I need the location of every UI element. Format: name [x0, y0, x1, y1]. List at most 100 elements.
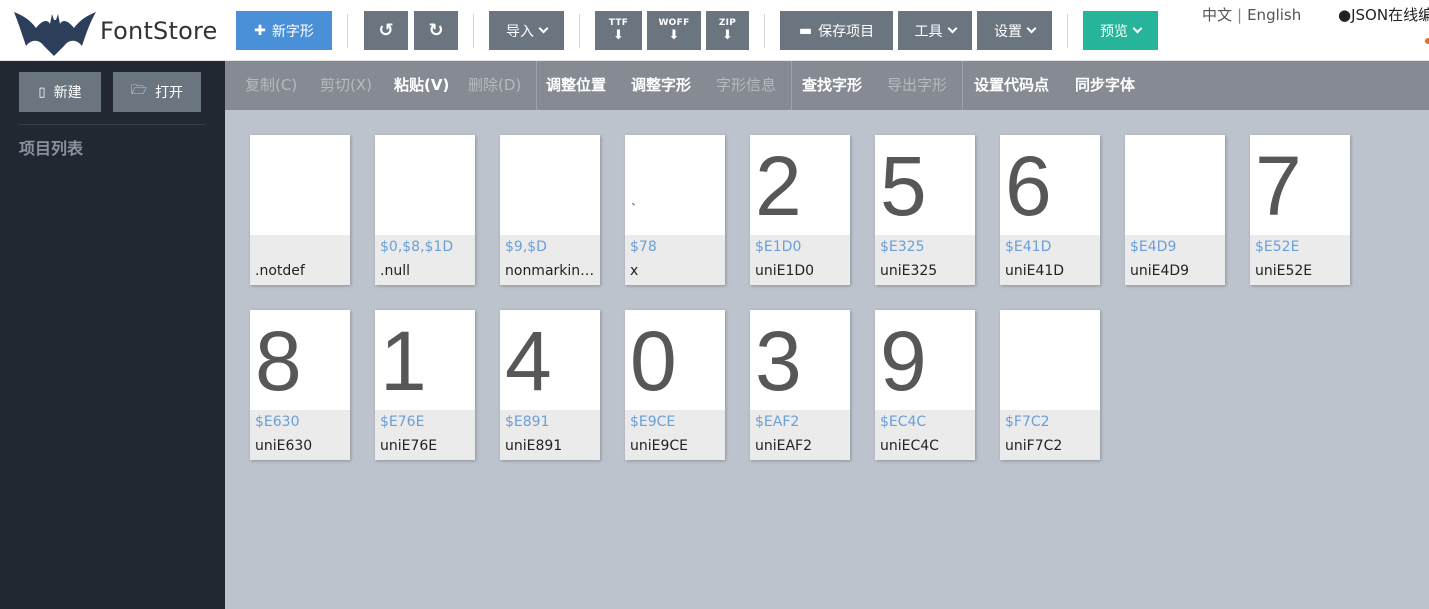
sync-font-button[interactable]: 同步字体 [1075, 61, 1135, 110]
lang-zh-link[interactable]: 中文 [1202, 6, 1232, 24]
glyph-preview [250, 135, 350, 235]
glyph-name: uniEC4C [880, 438, 939, 454]
glyph-char: 6 [1005, 139, 1052, 233]
glyph-char: 0 [630, 314, 677, 408]
glyph-char: 4 [505, 314, 552, 408]
glyph-codepoint: $E630 [255, 414, 300, 430]
glyph-preview [500, 135, 600, 235]
glyph-card[interactable]: 4 $E891 uniE891 [500, 310, 600, 460]
toolbar-divider [347, 14, 348, 48]
copy-button[interactable]: 复制(C) [245, 61, 297, 110]
glyph-preview: 5 [875, 135, 975, 235]
file-icon: ▯ [38, 84, 46, 100]
glyph-codepoint: $E1D0 [755, 239, 802, 255]
chevron-down-icon [1026, 23, 1037, 34]
save-project-label: 保存项目 [818, 23, 875, 40]
find-glyph-button[interactable]: 查找字形 [802, 61, 862, 110]
glyph-card[interactable]: 1 $E76E uniE76E [375, 310, 475, 460]
glyph-info-button[interactable]: 字形信息 [716, 61, 776, 110]
export-glyph-button[interactable]: 导出字形 [887, 61, 947, 110]
glyph-card[interactable]: 7 $E52E uniE52E [1250, 135, 1350, 285]
glyph-card[interactable]: 3 $EAF2 uniEAF2 [750, 310, 850, 460]
export-zip-button[interactable]: ZIP ⬇ [706, 11, 749, 50]
glyph-card[interactable]: $E4D9 uniE4D9 [1125, 135, 1225, 285]
glyph-codepoint: $E4D9 [1130, 239, 1177, 255]
glyph-codepoint: $F7C2 [1005, 414, 1050, 430]
glyph-char: 2 [755, 139, 802, 233]
glyph-char: 7 [1255, 139, 1302, 233]
new-glyph-label: 新字形 [271, 23, 314, 40]
notification-dot [1425, 38, 1429, 44]
glyph-preview: ` [625, 135, 725, 235]
glyph-char: 1 [380, 314, 427, 408]
chevron-down-icon [947, 23, 957, 34]
glyph-codepoint: $E76E [380, 414, 425, 430]
lang-separator: | [1237, 6, 1243, 24]
new-glyph-button[interactable]: ✚ 新字形 [236, 11, 332, 50]
download-arrow-icon: ⬇ [613, 28, 624, 43]
settings-label: 设置 [994, 23, 1022, 40]
set-codepoint-button[interactable]: 设置代码点 [974, 61, 1049, 110]
json-editor-link[interactable]: ●JSON在线编辑 [1338, 4, 1429, 25]
adjust-glyph-button[interactable]: 调整字形 [631, 61, 691, 110]
glyph-card[interactable]: 5 $E325 uniE325 [875, 135, 975, 285]
glyph-preview: 0 [625, 310, 725, 410]
glyph-codepoint: $78 [630, 239, 657, 255]
glyph-preview: 2 [750, 135, 850, 235]
undo-button[interactable]: ↺ [364, 11, 408, 50]
glyph-codepoint: $EAF2 [755, 414, 800, 430]
glyph-codepoint: $E891 [505, 414, 550, 430]
redo-icon: ↻ [428, 20, 444, 41]
glyph-card[interactable]: ` $78 x [625, 135, 725, 285]
glyph-preview: 8 [250, 310, 350, 410]
new-project-button[interactable]: ▯ 新建 [19, 72, 101, 112]
glyph-card[interactable]: $0,$8,$1D .null [375, 135, 475, 285]
settings-menu-button[interactable]: 设置 [977, 11, 1052, 50]
sidebar-divider [19, 124, 205, 125]
cut-button[interactable]: 剪切(X) [320, 61, 372, 110]
glyph-preview: 9 [875, 310, 975, 410]
glyph-codepoint: $E52E [1255, 239, 1300, 255]
delete-button[interactable]: 删除(D) [468, 61, 521, 110]
glyph-char: 9 [880, 314, 927, 408]
paste-button[interactable]: 粘贴(V) [394, 61, 449, 110]
glyph-card[interactable]: .notdef [250, 135, 350, 285]
glyph-card[interactable]: 2 $E1D0 uniE1D0 [750, 135, 850, 285]
hdd-icon: ▬ [798, 22, 813, 39]
brand-logo[interactable]: FontStore [0, 0, 225, 61]
glyph-card[interactable]: 0 $E9CE uniE9CE [625, 310, 725, 460]
chevron-down-icon [538, 23, 549, 34]
github-icon: ● [1338, 6, 1352, 24]
folder-open-icon: 🗁 [130, 83, 148, 98]
glyph-card[interactable]: $9,$D nonmarkingreturn [500, 135, 600, 285]
glyph-char: 5 [880, 139, 927, 233]
glyph-preview [375, 135, 475, 235]
preview-menu-button[interactable]: 预览 [1083, 11, 1158, 50]
glyph-card[interactable]: 8 $E630 uniE630 [250, 310, 350, 460]
toolbar-divider [764, 14, 765, 48]
glyph-name: nonmarkingreturn [505, 263, 597, 279]
glyph-char: ` [631, 202, 637, 219]
toolbar-divider [1067, 14, 1068, 48]
adjust-position-button[interactable]: 调整位置 [546, 61, 606, 110]
import-menu-button[interactable]: 导入 [489, 11, 564, 50]
glyph-name: .null [380, 263, 410, 279]
editbar-divider [962, 61, 963, 110]
glyph-name: uniF7C2 [1005, 438, 1063, 454]
download-arrow-icon: ⬇ [722, 28, 733, 43]
lang-en-link[interactable]: English [1247, 6, 1301, 24]
export-ttf-button[interactable]: TTF ⬇ [595, 11, 642, 50]
redo-button[interactable]: ↻ [414, 11, 458, 50]
open-project-button[interactable]: 🗁 打开 [113, 72, 201, 112]
glyph-card[interactable]: 9 $EC4C uniEC4C [875, 310, 975, 460]
ttf-label: TTF [608, 18, 629, 28]
new-project-label: 新建 [53, 85, 82, 101]
tools-menu-button[interactable]: 工具 [898, 11, 972, 50]
glyph-card[interactable]: 6 $E41D uniE41D [1000, 135, 1100, 285]
glyph-card[interactable]: $F7C2 uniF7C2 [1000, 310, 1100, 460]
export-woff-button[interactable]: WOFF ⬇ [647, 11, 701, 50]
editbar-divider [791, 61, 792, 110]
glyph-codepoint: $0,$8,$1D [380, 239, 454, 255]
save-project-button[interactable]: ▬ 保存项目 [780, 11, 893, 50]
glyph-name: uniE325 [880, 263, 938, 279]
